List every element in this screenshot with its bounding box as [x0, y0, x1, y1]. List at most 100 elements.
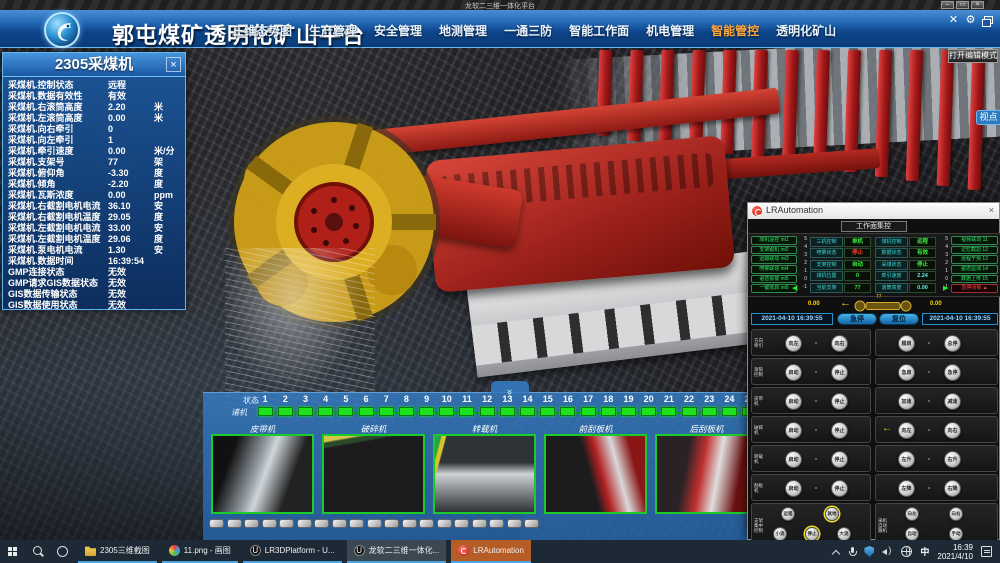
minimize-button[interactable]: –	[941, 1, 954, 9]
round-button[interactable]: 向左	[905, 507, 919, 521]
panel-close-icon[interactable]: ×	[166, 57, 181, 72]
clock[interactable]: 16:39 2021/4/10	[937, 543, 973, 561]
taskbar-task-5[interactable]: LRAutomation	[451, 540, 531, 563]
lr-right-button-2[interactable]: 记忆截割 12	[951, 246, 998, 255]
round-button[interactable]: 急启	[898, 364, 915, 381]
menu-item-4[interactable]: 地测管理	[439, 22, 487, 39]
edit-mode-button[interactable]: 打开编辑模式	[948, 49, 998, 63]
close-button[interactable]: ×	[971, 1, 984, 9]
round-button[interactable]: 停止	[805, 527, 819, 541]
thumbnail-square[interactable]	[279, 519, 294, 528]
camera-feed-video[interactable]	[433, 434, 536, 514]
thumbnail-square[interactable]	[314, 519, 329, 528]
taskbar-task-4[interactable]: U龙软二三维一体化...	[347, 540, 447, 563]
network-globe-icon[interactable]	[901, 546, 912, 557]
maximize-button[interactable]: ▭	[956, 1, 969, 9]
round-button[interactable]: 停止	[831, 422, 848, 439]
round-button[interactable]: 启动	[785, 393, 802, 410]
thumbnail-square[interactable]	[209, 519, 224, 528]
restore-window-icon[interactable]	[981, 14, 994, 27]
lr-left-button-1[interactable]: 煤机遥控 int1	[751, 236, 797, 245]
tools-icon[interactable]: ✕	[947, 14, 960, 27]
round-button[interactable]: 向右	[831, 335, 848, 352]
round-button[interactable]: 手动	[949, 527, 963, 541]
lr-left-button-2[interactable]: 支架跟机 int2	[751, 246, 797, 255]
round-button[interactable]: 向右	[949, 507, 963, 521]
lr-right-button-1[interactable]: 视频联动 11	[951, 236, 998, 245]
thumbnail-square[interactable]	[454, 519, 469, 528]
thumbnail-square[interactable]	[384, 519, 399, 528]
round-button[interactable]: 停止	[831, 451, 848, 468]
round-button[interactable]: 左升	[898, 451, 915, 468]
menu-item-1[interactable]: 三维态势图	[232, 22, 292, 39]
task-view-icon[interactable]	[50, 540, 74, 563]
round-button[interactable]: 向左	[785, 335, 802, 352]
thumbnail-square[interactable]	[332, 519, 347, 528]
round-button[interactable]: 左降	[898, 480, 915, 497]
taskbar-task-3[interactable]: ULR3DPlatform - U...	[243, 540, 342, 563]
ime-indicator[interactable]: 中	[920, 545, 929, 558]
round-button[interactable]: 启动	[785, 364, 802, 381]
menu-item-6[interactable]: 智能工作面	[569, 22, 629, 39]
round-button[interactable]: 向左	[898, 422, 915, 439]
lr-left-button-6[interactable]: 一键顺启 int6	[751, 284, 797, 293]
collapse-chevron-icon[interactable]: «	[491, 381, 529, 393]
start-button[interactable]	[0, 540, 26, 563]
camera-feed-video[interactable]	[211, 434, 314, 514]
thumbnail-square[interactable]	[244, 519, 259, 528]
round-button[interactable]: 就地	[825, 507, 839, 521]
lr-left-button-5[interactable]: 语音报警 int5	[751, 275, 797, 284]
lr-close-icon[interactable]: ×	[989, 205, 994, 215]
thumbnail-square[interactable]	[472, 519, 487, 528]
menu-item-9[interactable]: 透明化矿山	[776, 22, 836, 39]
round-button[interactable]: 总停	[944, 335, 961, 352]
camera-feed-video[interactable]	[322, 434, 425, 514]
round-button[interactable]: 远程	[781, 507, 795, 521]
menu-item-2[interactable]: 生产管理	[309, 22, 357, 39]
thumbnail-square[interactable]	[524, 519, 539, 528]
thumbnail-square[interactable]	[437, 519, 452, 528]
camera-feed-video[interactable]	[655, 434, 758, 514]
round-button[interactable]: 向右	[944, 422, 961, 439]
lr-right-button-5[interactable]: 数据上传 15	[951, 275, 998, 284]
lr-right-button-4[interactable]: 姿态监测 14	[951, 265, 998, 274]
round-button[interactable]: 小流	[773, 527, 787, 541]
estop-button[interactable]: 急停	[837, 313, 877, 325]
thumbnail-square[interactable]	[419, 519, 434, 528]
round-button[interactable]: 右升	[944, 451, 961, 468]
thumbnail-square[interactable]	[262, 519, 277, 528]
menu-item-3[interactable]: 安全管理	[374, 22, 422, 39]
lr-left-button-4[interactable]: 喷雾联动 int4	[751, 265, 797, 274]
round-button[interactable]: 停止	[831, 393, 848, 410]
defender-shield-icon[interactable]	[864, 546, 874, 557]
lr-estop-lock-button[interactable]: 急停闭锁 ▲	[951, 284, 998, 293]
thumbnail-square[interactable]	[349, 519, 364, 528]
speaker-icon[interactable]	[882, 546, 893, 557]
round-button[interactable]: 自动	[905, 527, 919, 541]
thumbnail-square[interactable]	[402, 519, 417, 528]
viewpoint-tab[interactable]: 视点	[976, 110, 1000, 125]
round-button[interactable]: 减速	[944, 393, 961, 410]
thumbnail-square[interactable]	[227, 519, 242, 528]
round-button[interactable]: 停止	[831, 364, 848, 381]
thumbnail-square[interactable]	[507, 519, 522, 528]
round-button[interactable]: 加速	[898, 393, 915, 410]
search-icon[interactable]	[26, 540, 50, 563]
menu-item-5[interactable]: 一通三防	[504, 22, 552, 39]
thumbnail-square[interactable]	[297, 519, 312, 528]
microphone-icon[interactable]	[848, 546, 856, 558]
round-button[interactable]: 顺启	[898, 335, 915, 352]
camera-feed-video[interactable]	[544, 434, 647, 514]
gear-icon[interactable]: ⚙	[964, 14, 977, 27]
taskbar-task-2[interactable]: 11.png - 画图	[162, 540, 238, 563]
taskbar-task-1[interactable]: 2305三维截图	[78, 540, 157, 563]
menu-item-8[interactable]: 智能管控	[711, 22, 759, 39]
reset-button[interactable]: 复位	[879, 313, 919, 325]
thumbnail-square[interactable]	[367, 519, 382, 528]
lr-left-button-3[interactable]: 运输联动 int3	[751, 255, 797, 264]
lr-right-button-3[interactable]: 远程干预 13	[951, 255, 998, 264]
round-button[interactable]: 大流	[837, 527, 851, 541]
tray-chevron-up-icon[interactable]	[832, 548, 840, 556]
round-button[interactable]: 启动	[785, 451, 802, 468]
menu-item-7[interactable]: 机电管理	[646, 22, 694, 39]
